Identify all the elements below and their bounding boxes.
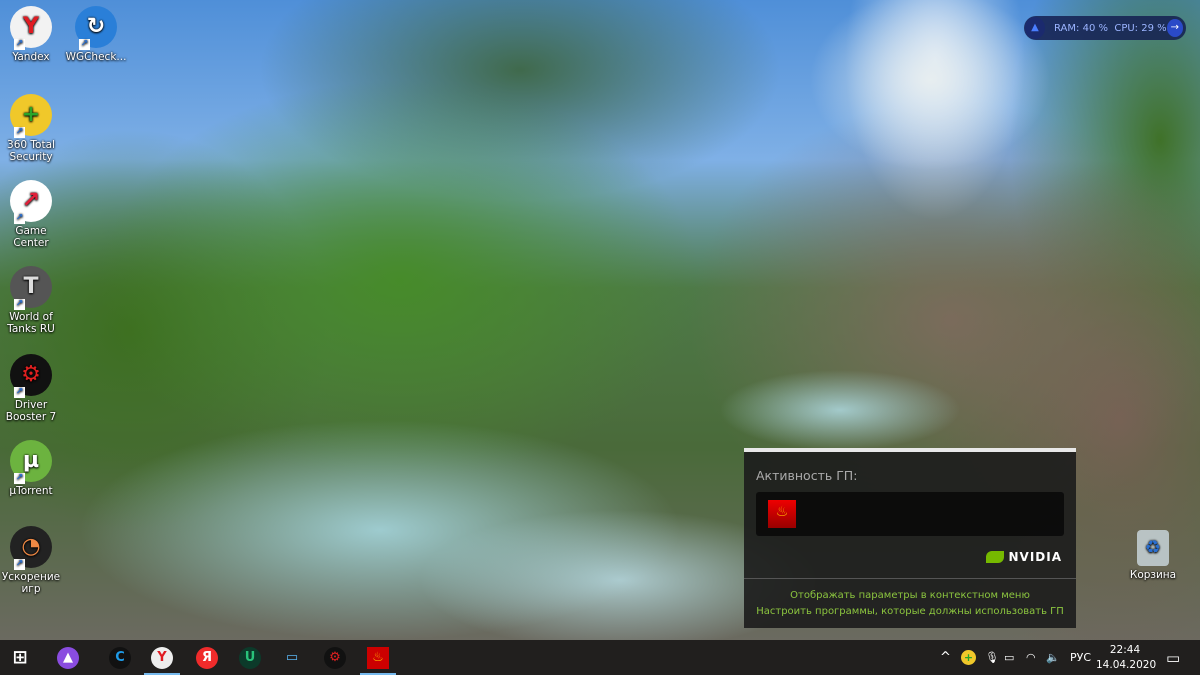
volume-icon[interactable]: 🔈 <box>1046 640 1060 675</box>
desktop-icon-yandex[interactable]: Y ↗ Yandex <box>0 6 64 63</box>
this-pc-icon: ▭ <box>285 650 299 665</box>
divider <box>744 578 1076 579</box>
wgcheck--icon: ↻ ↗ <box>75 6 117 50</box>
furmark-icon: ♨ <box>367 646 389 669</box>
desktop-icon-world-of-tanks-ru[interactable]: T ↗ World of Tanks RU <box>0 266 64 335</box>
alice-icon: ▲ <box>57 646 79 669</box>
iobit-uninstaller-icon: U <box>239 646 261 669</box>
nvidia-eye-icon <box>986 551 1005 563</box>
furmark-app-icon[interactable]: ♨ <box>768 500 796 528</box>
yandex-icon: Я <box>196 646 218 669</box>
taskbar-this-pc[interactable]: ▭ <box>274 640 310 675</box>
microphone-icon[interactable]: 🎙 <box>985 640 999 675</box>
monitor-stats: RAM: 40 % CPU: 29 % <box>1054 22 1167 34</box>
driver-booster-icon: ⚙ <box>324 646 346 669</box>
desktop-icon-recycle-bin[interactable]: ♻ Корзина <box>1120 530 1186 581</box>
link-configure-gpu-programs[interactable]: Настроить программы, которые должны испо… <box>744 606 1076 617</box>
game-center-icon: ↗ ↗ <box>10 180 52 224</box>
-torrent-icon: µ ↗ <box>10 440 52 484</box>
gpu-app-list: ♨ <box>756 492 1064 536</box>
taskbar-yandex[interactable]: Я <box>189 640 225 675</box>
360-tray-icon[interactable]: + <box>961 640 976 675</box>
shortcut-arrow-icon: ↗ <box>14 387 25 398</box>
shortcut-arrow-icon: ↗ <box>79 39 90 50</box>
shortcut-arrow-icon: ↗ <box>14 299 25 310</box>
desktop-icon--torrent[interactable]: µ ↗ µTorrent <box>0 440 64 497</box>
desktop-icon-label: World of Tanks RU <box>7 311 55 335</box>
arrow-right-icon[interactable]: → <box>1166 19 1183 37</box>
taskbar-ccleaner[interactable]: C <box>102 640 138 675</box>
clock-time: 22:44 <box>1109 644 1141 656</box>
start-icon: ⊞ <box>12 647 28 668</box>
desktop-icon-360-total-security[interactable]: + ↗ 360 Total Security <box>0 94 64 163</box>
notifications-icon[interactable]: ▭ <box>1166 640 1180 675</box>
clock-date: 14.04.2020 <box>1096 659 1157 671</box>
taskbar-iobit-uninstaller[interactable]: U <box>232 640 268 675</box>
shortcut-arrow-icon: ↗ <box>14 39 25 50</box>
driver-booster-7-icon: ⚙ ↗ <box>10 354 52 398</box>
desktop-icon-label: Driver Booster 7 <box>5 399 57 423</box>
ccleaner-icon: C <box>109 646 131 669</box>
ускорение-игр-icon: ◔ ↗ <box>10 526 52 570</box>
link-show-context-menu[interactable]: Отображать параметры в контекстном меню <box>744 590 1076 601</box>
taskbar-alice[interactable]: ▲ <box>50 640 86 675</box>
shortcut-arrow-icon: ↗ <box>14 127 25 138</box>
popup-title: Активность ГП: <box>756 468 858 483</box>
desktop-icon-label: Game Center <box>13 225 49 249</box>
desktop-icon-label: µTorrent <box>9 485 53 497</box>
recycle-bin-label: Корзина <box>1129 569 1177 581</box>
360-total-security-icon: + ↗ <box>10 94 52 138</box>
taskbar: ⊞ ▲ C Y Я U ▭ ⚙ ♨ ^ + 🎙 ▭ ◠ 🔈 РУС 22:44 14.04.20… <box>0 640 1200 675</box>
desktop-icon-wgcheck-[interactable]: ↻ ↗ WGCheck... <box>63 6 129 63</box>
language-indicator[interactable]: РУС <box>1070 640 1091 675</box>
yandex-icon: Y ↗ <box>10 6 52 50</box>
world-of-tanks-ru-icon: T ↗ <box>10 266 52 310</box>
battery-icon[interactable]: ▭ <box>1004 640 1014 675</box>
desktop-icon-label: 360 Total Security <box>7 139 55 163</box>
nvidia-logo: NVIDIA <box>986 550 1062 564</box>
taskbar-furmark[interactable]: ♨ <box>360 640 396 675</box>
clock[interactable]: 22:44 14.04.2020 <box>1096 643 1157 673</box>
taskbar-driver-booster[interactable]: ⚙ <box>317 640 353 675</box>
shortcut-arrow-icon: ↗ <box>14 213 25 224</box>
shortcut-arrow-icon: ↗ <box>14 559 25 570</box>
gpu-activity-popup: Активность ГП: ♨ NVIDIA Отображать парам… <box>744 448 1076 628</box>
show-hidden-icons-button[interactable]: ^ <box>940 640 951 675</box>
rocket-icon: ▲ <box>1025 17 1046 39</box>
desktop-icon-label: WGCheck... <box>65 51 127 63</box>
recycle-bin-icon: ♻ <box>1137 530 1169 566</box>
desktop-icon-ускорение-игр[interactable]: ◔ ↗ Ускорение игр <box>0 526 64 595</box>
shortcut-arrow-icon: ↗ <box>14 473 25 484</box>
wifi-icon[interactable]: ◠ <box>1026 640 1036 675</box>
taskbar-yandex-browser[interactable]: Y <box>144 640 180 675</box>
desktop-icon-label: Ускорение игр <box>1 571 61 595</box>
taskbar-start[interactable]: ⊞ <box>2 640 38 675</box>
desktop-icon-driver-booster-7[interactable]: ⚙ ↗ Driver Booster 7 <box>0 354 64 423</box>
desktop-icon-game-center[interactable]: ↗ ↗ Game Center <box>0 180 64 249</box>
desktop-icon-label: Yandex <box>12 51 50 63</box>
system-monitor-widget[interactable]: ▲ RAM: 40 % CPU: 29 % → <box>1024 16 1186 40</box>
yandex-browser-icon: Y <box>151 646 173 669</box>
